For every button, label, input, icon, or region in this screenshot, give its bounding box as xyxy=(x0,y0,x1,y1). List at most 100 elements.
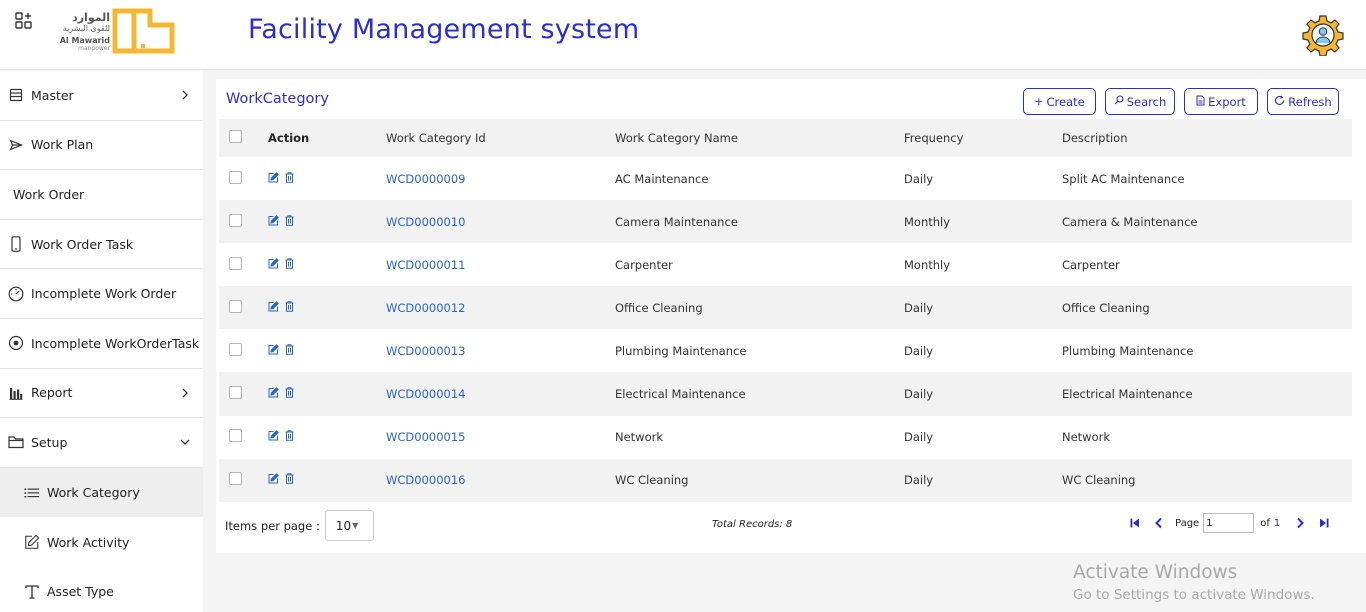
work-category-id-link[interactable]: WCD0000015 xyxy=(386,430,465,444)
sidebar-item-asset-type[interactable]: Asset Type xyxy=(0,567,203,612)
file-export-icon xyxy=(1196,95,1205,109)
description-cell: Office Cleaning xyxy=(1062,300,1150,315)
create-button[interactable]: + Create xyxy=(1023,88,1096,115)
sidebar-item-work-plan[interactable]: Work Plan xyxy=(0,121,203,171)
delete-icon[interactable] xyxy=(285,171,294,186)
delete-icon[interactable] xyxy=(285,214,294,229)
edit-icon[interactable] xyxy=(268,473,279,487)
user-settings-icon[interactable] xyxy=(1302,14,1344,57)
delete-icon[interactable] xyxy=(285,344,294,358)
next-page-icon[interactable] xyxy=(1293,516,1307,530)
logo-subtitle: manpower xyxy=(78,45,110,52)
apps-add-icon[interactable] xyxy=(15,12,33,30)
page-number-input[interactable]: 1 xyxy=(1203,513,1255,533)
delete-icon[interactable] xyxy=(285,301,294,315)
sidebar-item-master[interactable]: Master xyxy=(0,71,203,121)
description-cell: Split AC Maintenance xyxy=(1062,171,1185,186)
gauge-icon xyxy=(8,286,24,302)
items-per-page-select[interactable]: 10 ▼ xyxy=(324,510,374,541)
work-category-name-cell: AC Maintenance xyxy=(615,171,709,186)
edit-icon[interactable] xyxy=(268,430,279,444)
row-checkbox[interactable] xyxy=(229,472,242,486)
create-button-label: Create xyxy=(1046,94,1085,109)
row-checkbox[interactable] xyxy=(229,386,242,400)
work-category-id-link[interactable]: WCD0000010 xyxy=(386,215,465,229)
logo-arabic-name: الموارد xyxy=(72,11,110,24)
delete-icon[interactable] xyxy=(285,258,294,272)
company-logo: الموارد للقوى البشرية Al Mawarid manpowe… xyxy=(58,8,183,54)
header-work-category-name[interactable]: Work Category Name xyxy=(615,119,904,157)
work-category-id-link[interactable]: WCD0000013 xyxy=(386,344,465,358)
delete-icon[interactable] xyxy=(285,473,294,487)
work-category-id-link[interactable]: WCD0000012 xyxy=(386,301,465,315)
delete-icon[interactable] xyxy=(285,387,294,401)
frequency-cell: Daily xyxy=(904,430,934,445)
table-header-row: Action Work Category Id Work Category Na… xyxy=(219,119,1352,157)
items-per-page-value: 10 xyxy=(335,518,352,533)
work-category-id-link[interactable]: WCD0000011 xyxy=(386,258,465,272)
sidebar-item-work-order[interactable]: Work Order xyxy=(0,170,203,220)
target-icon xyxy=(8,335,24,351)
sidebar-item-work-activity[interactable]: Work Activity xyxy=(0,517,203,567)
edit-icon[interactable] xyxy=(268,344,279,358)
work-category-name-cell: Electrical Maintenance xyxy=(615,387,746,402)
refresh-button-label: Refresh xyxy=(1288,94,1332,109)
work-category-name-cell: Camera Maintenance xyxy=(615,214,738,229)
sidebar-item-setup[interactable]: Setup xyxy=(0,418,203,468)
folder-icon xyxy=(8,434,24,450)
mobile-icon xyxy=(8,236,24,252)
sidebar-item-incomplete-work-order[interactable]: Incomplete Work Order xyxy=(0,269,203,319)
last-page-icon[interactable] xyxy=(1317,516,1331,530)
sidebar-item-incomplete-workordertask[interactable]: Incomplete WorkOrderTask xyxy=(0,319,203,369)
sidebar-item-label: Work Plan xyxy=(31,137,94,153)
app-title: Facility Management system xyxy=(248,14,640,45)
caret-down-icon: ▼ xyxy=(352,521,359,530)
sidebar-item-label: Report xyxy=(31,385,73,401)
sidebar-item-work-order-task[interactable]: Work Order Task xyxy=(0,220,203,270)
sidebar-item-label: Incomplete WorkOrderTask xyxy=(31,335,200,351)
edit-icon[interactable] xyxy=(268,387,279,401)
edit-icon[interactable] xyxy=(268,171,279,186)
header-work-category-id[interactable]: Work Category Id xyxy=(386,119,615,157)
logo-arabic-sub: للقوى البشرية xyxy=(62,24,110,33)
search-button[interactable]: Search xyxy=(1105,88,1175,115)
refresh-icon xyxy=(1274,94,1285,109)
sidebar-item-work-category[interactable]: Work Category xyxy=(0,467,203,518)
table-row: WCD0000009 AC Maintenance Daily Split AC… xyxy=(219,157,1352,200)
export-button-label: Export xyxy=(1208,94,1246,109)
row-checkbox[interactable] xyxy=(229,213,242,227)
of-label: of xyxy=(1260,517,1270,529)
table-row: WCD0000010 Camera Maintenance Monthly Ca… xyxy=(219,200,1352,244)
items-per-page-control: Items per page : 10 ▼ xyxy=(225,510,374,541)
row-checkbox[interactable] xyxy=(229,429,242,443)
work-category-id-link[interactable]: WCD0000014 xyxy=(386,387,465,401)
export-button[interactable]: Export xyxy=(1184,88,1258,115)
sidebar-item-label: Setup xyxy=(31,434,68,450)
description-cell: Camera & Maintenance xyxy=(1062,214,1198,229)
edit-icon[interactable] xyxy=(268,214,279,229)
row-checkbox[interactable] xyxy=(229,170,242,184)
frequency-cell: Daily xyxy=(904,171,934,186)
refresh-button[interactable]: Refresh xyxy=(1267,88,1339,115)
work-category-name-cell: Network xyxy=(615,430,664,445)
bar-chart-icon xyxy=(8,385,24,401)
sidebar-item-label: Work Order xyxy=(13,186,85,202)
edit-icon[interactable] xyxy=(268,257,279,272)
header-frequency[interactable]: Frequency xyxy=(904,119,1062,157)
total-pages: 1 xyxy=(1273,517,1281,529)
delete-icon[interactable] xyxy=(285,430,294,444)
select-all-cell xyxy=(219,119,268,157)
table-row: WCD0000011 Carpenter Monthly Carpenter xyxy=(219,243,1352,286)
header-action: Action xyxy=(268,131,310,145)
row-checkbox[interactable] xyxy=(229,256,242,270)
edit-icon[interactable] xyxy=(268,300,279,315)
row-checkbox[interactable] xyxy=(229,299,242,313)
work-category-id-link[interactable]: WCD0000016 xyxy=(386,473,465,487)
first-page-icon[interactable] xyxy=(1128,516,1142,530)
select-all-checkbox[interactable] xyxy=(229,130,242,143)
sidebar-item-report[interactable]: Report xyxy=(0,369,203,419)
row-checkbox[interactable] xyxy=(229,342,242,356)
work-category-id-link[interactable]: WCD0000009 xyxy=(386,172,465,186)
previous-page-icon[interactable] xyxy=(1152,516,1166,530)
header-description[interactable]: Description xyxy=(1062,119,1352,157)
